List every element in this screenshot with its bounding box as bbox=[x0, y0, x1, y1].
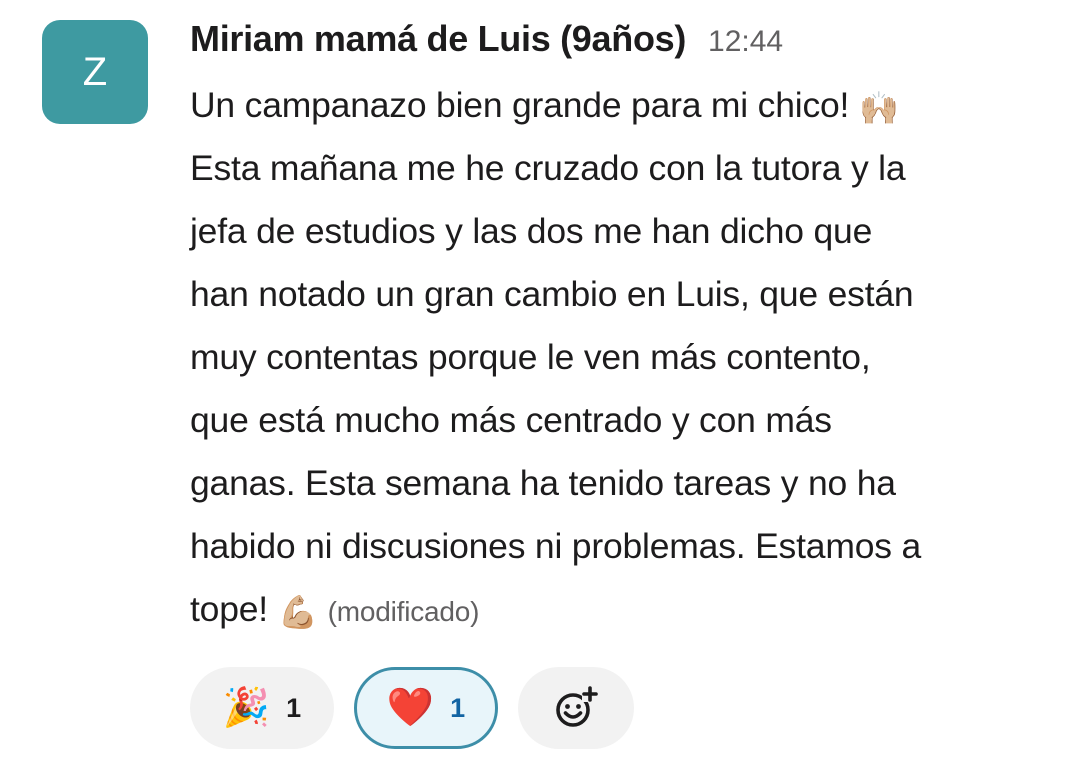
message-line: muy contentas porque le ven más contento… bbox=[190, 337, 871, 377]
flexed-biceps-emoji: 💪🏼 bbox=[277, 594, 318, 630]
message-content: Miriam mamá de Luis (9años) 12:44 Un cam… bbox=[190, 18, 1060, 643]
message-line: jefa de estudios y las dos me han dicho … bbox=[190, 211, 873, 251]
party-popper-emoji: 🎉 bbox=[222, 687, 271, 729]
reaction-count: 1 bbox=[286, 692, 302, 723]
message-line: que está mucho más centrado y con más bbox=[190, 400, 832, 440]
add-reaction-icon bbox=[556, 686, 598, 727]
message-line: tope! 💪🏼 (modificado) bbox=[190, 589, 480, 630]
reactions-bar: 🎉 1 ❤️ 1 bbox=[190, 667, 634, 749]
message-header: Miriam mamá de Luis (9años) 12:44 bbox=[190, 18, 1060, 66]
message: Z Miriam mamá de Luis (9años) 12:44 Un c… bbox=[0, 0, 1079, 783]
message-line: habido ni discusiones ni problemas. Esta… bbox=[190, 526, 921, 566]
message-body: Un campanazo bien grande para mi chico! 🙌… bbox=[190, 74, 1060, 643]
sender-name[interactable]: Miriam mamá de Luis (9años) bbox=[190, 18, 686, 60]
message-line: han notado un gran cambio en Luis, que e… bbox=[190, 274, 914, 314]
reaction-heart[interactable]: ❤️ 1 bbox=[354, 667, 498, 749]
timestamp[interactable]: 12:44 bbox=[708, 25, 783, 59]
raised-hands-emoji: 🙌🏼 bbox=[859, 90, 899, 126]
message-line: Un campanazo bien grande para mi chico! 🙌… bbox=[190, 85, 899, 126]
message-line: ganas. Esta semana ha tenido tareas y no… bbox=[190, 463, 896, 503]
message-line: Esta mañana me he cruzado con la tutora … bbox=[190, 148, 906, 188]
reaction-party-popper[interactable]: 🎉 1 bbox=[190, 667, 334, 749]
avatar-letter: Z bbox=[82, 49, 108, 94]
add-reaction-button[interactable] bbox=[518, 667, 634, 749]
reaction-count: 1 bbox=[450, 692, 466, 723]
heart-emoji: ❤️ bbox=[386, 687, 435, 729]
edited-label: (modificado) bbox=[327, 596, 480, 627]
avatar[interactable]: Z bbox=[42, 20, 148, 124]
